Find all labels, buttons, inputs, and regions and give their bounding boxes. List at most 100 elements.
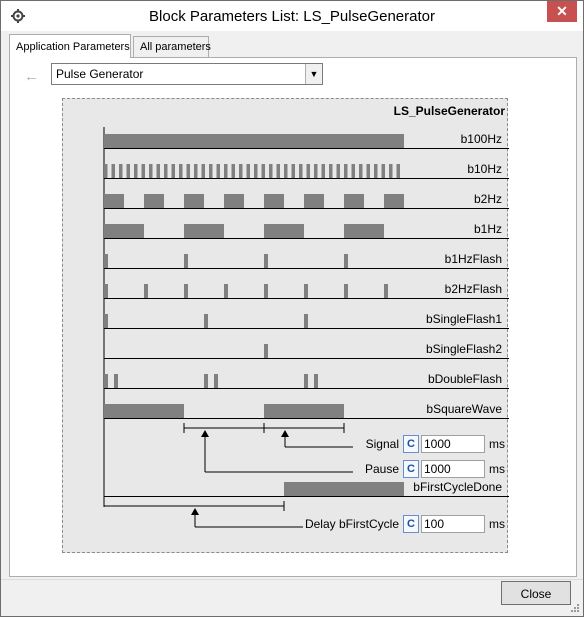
pulse-bsingleflash2-0 [264, 344, 268, 358]
pulse-b100hz-0 [104, 134, 404, 148]
pulse-b2hz-3 [224, 194, 244, 208]
delay-constant-button[interactable]: C [403, 515, 419, 533]
pause-constant-button[interactable]: C [403, 460, 419, 478]
pulse-b2hz-5 [304, 194, 324, 208]
signal-arrow-head [281, 430, 289, 437]
pulse-b10hz-1 [111, 164, 115, 178]
pulse-b1hz-1 [184, 224, 224, 238]
pulse-b10hz-17 [231, 164, 235, 178]
footer-divider [1, 579, 583, 580]
signal-input[interactable] [421, 435, 485, 453]
signal-unit: ms [489, 437, 505, 451]
pulse-b10hz-15 [216, 164, 220, 178]
pulse-b10hz-14 [209, 164, 213, 178]
chevron-down-icon[interactable]: ▼ [305, 64, 322, 84]
pulse-b2hzflash-3 [224, 284, 228, 298]
pulse-b1hzflash-0 [104, 254, 108, 268]
pulse-b10hz-2 [119, 164, 123, 178]
signal-label-bsingleflash1: bSingleFlash1 [426, 312, 502, 326]
pulse-b10hz-21 [261, 164, 265, 178]
pulse-b1hz-3 [344, 224, 384, 238]
pulse-bdoubleflash-4 [304, 374, 308, 388]
pulse-b10hz-29 [321, 164, 325, 178]
delay-input[interactable] [421, 515, 485, 533]
pulse-b2hzflash-1 [144, 284, 148, 298]
pulse-b10hz-39 [396, 164, 400, 178]
pulse-b10hz-31 [336, 164, 340, 178]
pulse-b2hz-4 [264, 194, 284, 208]
pulse-b2hz-1 [144, 194, 164, 208]
pulse-b10hz-23 [276, 164, 280, 178]
delay-unit: ms [489, 517, 505, 531]
resize-grip-icon[interactable] [570, 603, 580, 613]
pulse-b10hz-30 [329, 164, 333, 178]
pulse-bsingleflash1-0 [104, 314, 108, 328]
signal-label-bfirstcycledone: bFirstCycleDone [413, 480, 502, 494]
pulse-b10hz-11 [186, 164, 190, 178]
pulse-bfirstcycledone-0 [284, 482, 404, 496]
tab-panel: ← Pulse Generator ▼ LS_PulseGenerator b10… [9, 57, 577, 577]
pause-input[interactable] [421, 460, 485, 478]
left-arrow-icon[interactable]: ← [24, 68, 39, 85]
pulse-b10hz-22 [269, 164, 273, 178]
pulse-b2hz-0 [104, 194, 124, 208]
pulse-b10hz-3 [126, 164, 130, 178]
pulse-bdoubleflash-5 [314, 374, 318, 388]
signal-label: Signal [365, 437, 399, 451]
pulse-b10hz-7 [156, 164, 160, 178]
close-icon: ✕ [556, 3, 568, 19]
pulse-b1hzflash-1 [184, 254, 188, 268]
block-select[interactable]: Pulse Generator ▼ [51, 63, 323, 85]
tab-application-parameters[interactable]: Application Parameters [9, 34, 131, 58]
signal-constant-button[interactable]: C [403, 435, 419, 453]
pulse-b10hz-0 [104, 164, 108, 178]
pulse-bsquarewave-1 [264, 404, 344, 418]
pulse-b10hz-10 [179, 164, 183, 178]
pulse-b10hz-8 [164, 164, 168, 178]
pulse-b10hz-16 [224, 164, 228, 178]
pause-unit: ms [489, 462, 505, 476]
window-title: Block Parameters List: LS_PulseGenerator [149, 8, 435, 25]
pulse-b10hz-33 [351, 164, 355, 178]
pulse-b10hz-20 [254, 164, 258, 178]
signal-label-b100hz: b100Hz [461, 132, 502, 146]
tab-all-parameters[interactable]: All parameters [133, 36, 211, 58]
pulse-b10hz-28 [314, 164, 318, 178]
signal-label-b2hzflash: b2HzFlash [445, 282, 502, 296]
block-name: LS_PulseGenerator [394, 104, 506, 118]
dialog-window: Block Parameters List: LS_PulseGenerator… [0, 0, 584, 617]
pulse-b10hz-37 [381, 164, 385, 178]
pulse-b2hzflash-5 [304, 284, 308, 298]
pulse-b10hz-18 [239, 164, 243, 178]
pulse-b10hz-4 [134, 164, 138, 178]
pause-label: Pause [364, 462, 399, 476]
pulse-bsingleflash1-1 [204, 314, 208, 328]
pulse-bdoubleflash-0 [104, 374, 108, 388]
delay-arrow-head [191, 508, 199, 515]
pulse-b2hzflash-2 [184, 284, 188, 298]
pulse-b2hzflash-4 [264, 284, 268, 298]
pulse-b10hz-26 [299, 164, 303, 178]
pulse-bdoubleflash-1 [114, 374, 118, 388]
pulse-b10hz-12 [194, 164, 198, 178]
pulse-bdoubleflash-3 [214, 374, 218, 388]
pulse-b1hz-0 [104, 224, 144, 238]
pulse-b2hz-2 [184, 194, 204, 208]
signal-label-b1hz: b1Hz [474, 222, 502, 236]
signal-label-b1hzflash: b1HzFlash [445, 252, 502, 266]
close-button[interactable]: Close [501, 581, 571, 605]
pulse-b10hz-9 [171, 164, 175, 178]
pulse-b10hz-36 [374, 164, 378, 178]
delay-label: Delay bFirstCycle [304, 517, 399, 531]
timing-diagram: LS_PulseGenerator b100Hz b10Hz b2Hz b1Hz b1Hz… [62, 98, 509, 553]
pulse-b2hzflash-6 [344, 284, 348, 298]
signal-label-bsingleflash2: bSingleFlash2 [426, 342, 502, 356]
pulse-b10hz-25 [291, 164, 295, 178]
pulse-b2hzflash-7 [384, 284, 388, 298]
pulse-b10hz-24 [284, 164, 288, 178]
pulse-bdoubleflash-2 [204, 374, 208, 388]
signal-label-b10hz: b10Hz [467, 162, 502, 176]
pulse-b10hz-38 [389, 164, 393, 178]
window-close-button[interactable]: ✕ [547, 1, 577, 22]
pulse-b10hz-27 [306, 164, 310, 178]
